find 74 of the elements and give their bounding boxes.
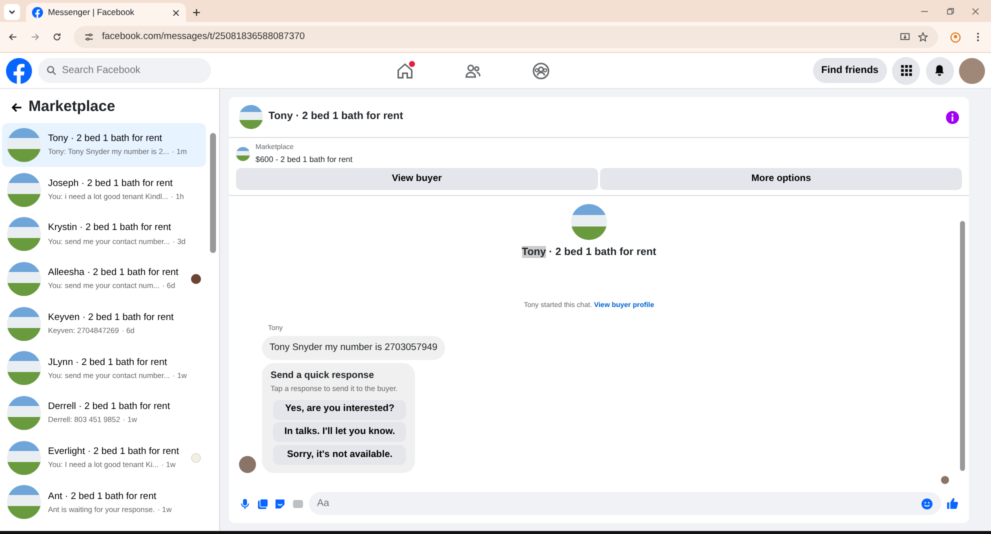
home-icon[interactable] [396, 62, 414, 80]
house-photo [7, 351, 41, 386]
house-photo [236, 147, 250, 162]
sidebar-title: Marketplace [28, 97, 116, 117]
profile-icon[interactable] [950, 32, 961, 42]
browser-tab[interactable]: Messenger | Facebook [26, 3, 186, 22]
house-photo [7, 128, 41, 162]
search-field[interactable]: Search Facebook [38, 58, 211, 83]
emoji-icon[interactable] [920, 498, 932, 510]
house-photo [7, 485, 41, 520]
conversation-title: Alleesha · 2 bed 1 bath for rent [48, 266, 180, 280]
conversation-title: Joseph · 2 bed 1 bath for rent [48, 176, 174, 191]
house-photo [239, 105, 263, 129]
search-icon [46, 65, 57, 76]
seen-sticker [191, 452, 201, 463]
listing-heading: Tony · 2 bed 1 bath for rent [522, 245, 656, 260]
quick-response-button[interactable]: Yes, are you interested? [273, 400, 406, 420]
conversation-title: JLynn · 2 bed 1 bath for rent [48, 356, 168, 370]
house-photo [571, 204, 607, 240]
thumbs-up-icon[interactable] [946, 497, 959, 510]
groups-icon[interactable] [532, 62, 550, 80]
conversation-title: Keyven · 2 bed 1 bath for rent [48, 310, 175, 325]
conversation-title: Tony · 2 bed 1 bath for rent [48, 132, 164, 146]
house-photo [7, 440, 41, 475]
bell-icon [933, 64, 946, 77]
house-photo [7, 172, 41, 207]
read-receipt-avatar [941, 476, 949, 484]
conversation-title: Derrell · 2 bed 1 bath for rent [48, 400, 171, 414]
house-photo [7, 396, 41, 430]
scrollbar-thumb[interactable] [960, 221, 965, 472]
microphone-icon[interactable] [239, 498, 251, 510]
facebook-logo-icon[interactable] [6, 58, 32, 84]
grid-menu-icon [900, 64, 912, 77]
back-icon[interactable] [8, 32, 18, 42]
restore-icon[interactable] [946, 6, 954, 16]
notifications-button[interactable] [926, 56, 954, 84]
new-tab-icon[interactable] [192, 8, 201, 17]
house-photo [7, 217, 41, 252]
quick-response-title: Send a quick response [270, 369, 375, 383]
action-button[interactable]: More options [600, 168, 962, 190]
seen-avatar [191, 274, 201, 284]
action-button[interactable]: View buyer [236, 168, 598, 190]
reload-icon[interactable] [52, 32, 62, 42]
forward-icon[interactable] [30, 32, 40, 42]
conversation-title: Ant · 2 bed 1 bath for rent [48, 490, 158, 504]
tab-title: Messenger | Facebook [48, 6, 136, 19]
conversation-title: Everlight · 2 bed 1 bath for rent [48, 444, 180, 459]
install-icon[interactable] [900, 32, 910, 42]
close-icon[interactable] [971, 6, 980, 16]
scrollbar-thumb[interactable] [210, 132, 216, 252]
address-bar[interactable]: facebook.com/messages/t/25081836588087370 [74, 26, 938, 48]
bookmark-star-icon[interactable] [918, 32, 928, 42]
photo-icon[interactable] [256, 498, 268, 510]
info-icon[interactable] [946, 110, 959, 124]
message-input[interactable]: Aa [309, 492, 940, 515]
quick-response-button[interactable]: Sorry, it's not available. [273, 445, 406, 465]
back-arrow-icon[interactable] [10, 100, 23, 114]
friends-icon[interactable] [464, 62, 482, 80]
menu-button[interactable] [892, 56, 920, 84]
find-friends-button[interactable]: Find friends [813, 58, 886, 83]
facebook-logo-icon [32, 7, 43, 18]
close-icon[interactable] [172, 8, 180, 16]
sticker-icon[interactable] [274, 498, 286, 510]
house-photo [7, 306, 41, 341]
listing-title: $600 - 2 bed 1 bath for rent [256, 154, 352, 166]
site-settings-icon[interactable] [84, 32, 94, 42]
message-bubble: Tony Snyder my number is 2703057949 [262, 336, 446, 360]
chat-title: Tony · 2 bed 1 bath for rent [268, 109, 404, 124]
profile-avatar[interactable] [959, 58, 985, 84]
sender-avatar [239, 456, 256, 473]
conversation-title: Krystin · 2 bed 1 bath for rent [48, 221, 172, 236]
url-text: facebook.com/messages/t/25081836588087370 [102, 30, 306, 44]
quick-response-button[interactable]: In talks. I'll let you know. [273, 422, 406, 442]
house-photo [7, 262, 41, 296]
